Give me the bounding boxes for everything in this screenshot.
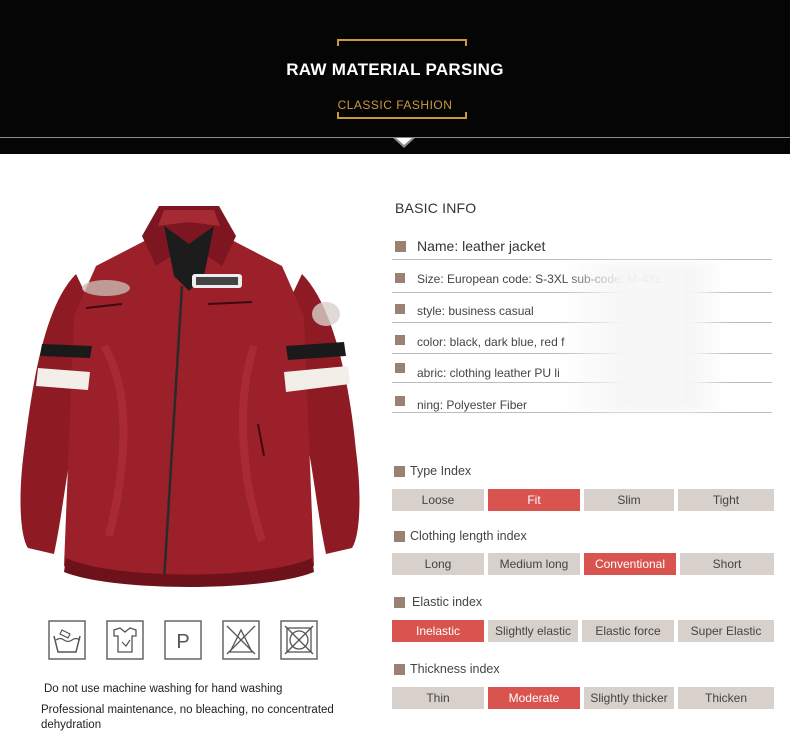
care-note-washing: Do not use machine washing for hand wash…: [44, 683, 283, 695]
basic-info-heading: BASIC INFO: [395, 200, 477, 216]
type-option-tight[interactable]: Tight: [678, 489, 774, 511]
type-index-options: Loose Fit Slim Tight: [392, 489, 774, 511]
elastic-option-super-elastic[interactable]: Super Elastic: [678, 620, 774, 642]
banner-subtitle: CLASSIC FASHION: [337, 98, 453, 112]
info-fabric: abric: clothing leather PU li: [417, 366, 560, 380]
bullet-square-icon: [395, 304, 405, 314]
info-color: color: black, dark blue, red f: [417, 335, 565, 349]
info-lining: ning: Polyester Fiber: [417, 398, 528, 412]
banner-title: RAW MATERIAL PARSING: [286, 60, 504, 79]
length-option-long[interactable]: Long: [392, 553, 484, 575]
thickness-option-moderate[interactable]: Moderate: [488, 687, 580, 709]
care-note-maintenance-cont: dehydration: [41, 719, 102, 731]
care-note-maintenance: Professional maintenance, no bleaching, …: [41, 704, 334, 716]
bullet-square-icon: [395, 335, 405, 345]
no-bleach-icon: [106, 620, 144, 660]
care-icons: P: [48, 620, 328, 662]
type-option-slim[interactable]: Slim: [584, 489, 674, 511]
bullet-square-icon: [395, 363, 405, 373]
elastic-option-inelastic[interactable]: Inelastic: [392, 620, 484, 642]
do-not-tumble-dry-icon: [222, 620, 260, 660]
length-index-label: Clothing length index: [410, 529, 527, 543]
svg-text:P: P: [176, 631, 189, 653]
elastic-index-label: Elastic index: [412, 595, 483, 609]
do-not-wring-icon: [280, 620, 318, 660]
thickness-option-thicken[interactable]: Thicken: [678, 687, 774, 709]
length-option-short[interactable]: Short: [680, 553, 774, 575]
banner-frame-bottom: [337, 112, 467, 119]
bullet-square-icon: [394, 597, 405, 608]
elastic-option-slightly-elastic[interactable]: Slightly elastic: [488, 620, 578, 642]
bullet-square-icon: [394, 664, 405, 675]
type-option-loose[interactable]: Loose: [392, 489, 484, 511]
elastic-option-elastic-force[interactable]: Elastic force: [582, 620, 674, 642]
elastic-index-options: Inelastic Slightly elastic Elastic force…: [392, 620, 774, 642]
bullet-square-icon: [394, 466, 405, 477]
type-option-fit[interactable]: Fit: [488, 489, 580, 511]
thickness-index-options: Thin Moderate Slightly thicker Thicken: [392, 687, 774, 709]
type-index-label: Type Index: [410, 464, 472, 478]
info-name: Name: leather jacket: [417, 238, 546, 254]
bullet-square-icon: [394, 531, 405, 542]
bullet-square-icon: [395, 273, 405, 283]
info-row-name: Name: leather jacket: [392, 236, 772, 260]
thickness-index-label: Thickness index: [410, 662, 500, 676]
length-option-medium-long[interactable]: Medium long: [488, 553, 580, 575]
blurred-overlay: [560, 262, 728, 412]
hand-wash-icon: [48, 620, 86, 660]
thickness-option-thin[interactable]: Thin: [392, 687, 484, 709]
bullet-square-icon: [395, 396, 405, 406]
professional-dry-clean-icon: P: [164, 620, 202, 660]
length-index-options: Long Medium long Conventional Short: [392, 553, 774, 575]
banner-frame-top: [337, 39, 467, 46]
header-banner: RAW MATERIAL PARSING CLASSIC FASHION: [0, 0, 790, 154]
info-style: style: business casual: [417, 304, 534, 318]
length-option-conventional[interactable]: Conventional: [584, 553, 676, 575]
thickness-option-slightly-thicker[interactable]: Slightly thicker: [584, 687, 674, 709]
bullet-square-icon: [395, 241, 406, 252]
product-image-jacket: [20, 206, 360, 587]
